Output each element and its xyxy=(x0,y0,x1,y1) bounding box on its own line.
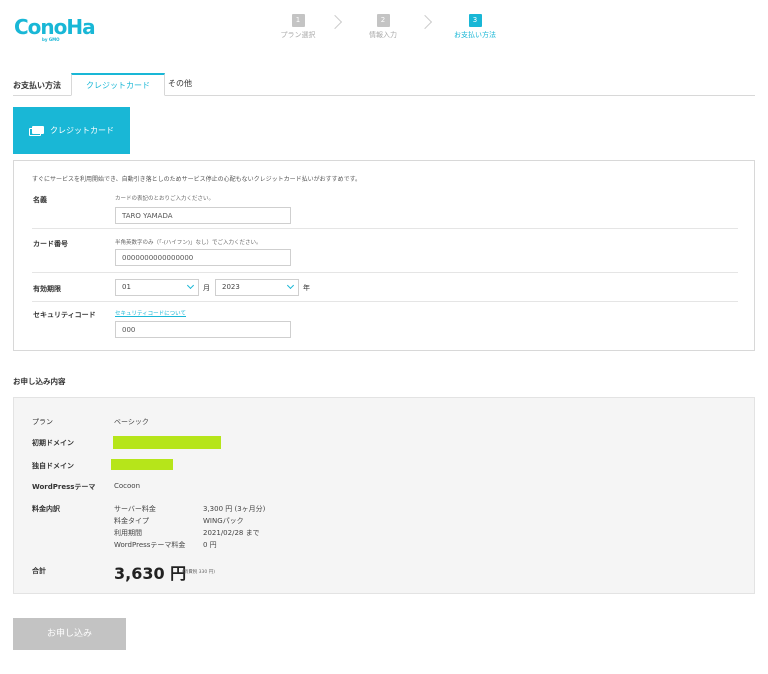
form-intro: すぐにサービスを利用開始でき、自動引き落としのためサービス停止の心配もないクレジ… xyxy=(32,176,361,183)
security-code-label: セキュリティコード xyxy=(33,311,96,319)
fee-key: WordPressテーマ料金 xyxy=(114,541,186,549)
custom-domain-label: 独自ドメイン xyxy=(32,462,74,470)
fee-key: 利用期間 xyxy=(114,529,142,537)
step-plan: 1 プラン選択 xyxy=(263,14,333,40)
fee-row: 利用期間 2021/02/28 まで xyxy=(114,528,314,538)
step-number: 1 xyxy=(291,14,305,27)
year-unit: 年 xyxy=(303,284,310,292)
fee-value: WINGパック xyxy=(203,517,244,525)
initial-domain-redacted xyxy=(113,436,221,449)
fee-key: 料金タイプ xyxy=(114,517,149,525)
expiry-label: 有効期限 xyxy=(33,285,61,293)
fee-value: 3,300 円 (3ヶ月分) xyxy=(203,505,266,513)
payment-method-tabs: お支払い方法 クレジットカード その他 xyxy=(13,73,755,96)
chevron-down-icon xyxy=(186,281,195,290)
security-code-help-link[interactable]: セキュリティコードについて xyxy=(115,309,186,317)
expiry-year-value: 2023 xyxy=(222,283,240,291)
step-arrow-icon xyxy=(417,14,433,30)
credit-card-icon xyxy=(29,125,44,136)
expiry-month-value: 01 xyxy=(122,283,131,291)
plan-label: プラン xyxy=(32,418,53,426)
fee-breakdown-label: 料金内訳 xyxy=(32,505,60,513)
initial-domain-label: 初期ドメイン xyxy=(32,439,74,447)
step-label: お支払い方法 xyxy=(454,31,496,39)
step-label: 情報入力 xyxy=(369,31,397,39)
tab-credit-card[interactable]: クレジットカード xyxy=(71,73,165,96)
progress-steps: 1 プラン選択 2 情報入力 3 お支払い方法 xyxy=(0,14,768,54)
expiry-month-select[interactable]: 01 xyxy=(115,279,199,296)
name-note: カードの表記のとおりご入力ください。 xyxy=(115,196,215,202)
credit-card-option-label: クレジットカード xyxy=(50,126,114,135)
cardholder-name-input[interactable] xyxy=(115,207,291,224)
step-info: 2 情報入力 xyxy=(348,14,418,40)
total-amount: 3,630 円 xyxy=(114,564,187,583)
expiry-row: 有効期限 01 月 2023 年 xyxy=(32,273,738,302)
card-number-row: カード番号 半角英数字のみ（「-(ハイフン)」なし）でご入力ください。 xyxy=(32,229,738,273)
card-number-note: 半角英数字のみ（「-(ハイフン)」なし）でご入力ください。 xyxy=(115,240,262,246)
fee-row: サーバー料金 3,300 円 (3ヶ月分) xyxy=(114,504,314,514)
month-unit: 月 xyxy=(203,284,210,292)
order-summary: プラン ベーシック 初期ドメイン 独自ドメイン WordPressテーマ Coc… xyxy=(13,397,755,594)
chevron-down-icon xyxy=(286,281,295,290)
fee-row: WordPressテーマ料金 0 円 xyxy=(114,540,314,550)
tab-other[interactable]: その他 xyxy=(168,73,192,96)
custom-domain-redacted xyxy=(111,459,173,470)
plan-value: ベーシック xyxy=(114,418,149,426)
step-number: 3 xyxy=(468,14,482,27)
fee-value: 0 円 xyxy=(203,541,217,549)
expiry-year-select[interactable]: 2023 xyxy=(215,279,299,296)
step-payment: 3 お支払い方法 xyxy=(440,14,510,40)
theme-label: WordPressテーマ xyxy=(32,483,96,491)
apply-button[interactable]: お申し込み xyxy=(13,618,126,650)
step-number: 2 xyxy=(376,14,390,27)
total-label: 合計 xyxy=(32,567,46,575)
security-code-input[interactable] xyxy=(115,321,291,338)
card-number-input[interactable] xyxy=(115,249,291,266)
order-summary-title: お申し込み内容 xyxy=(13,377,66,386)
fee-key: サーバー料金 xyxy=(114,505,156,513)
security-code-row: セキュリティコード セキュリティコードについて xyxy=(32,302,738,350)
credit-card-option[interactable]: クレジットカード xyxy=(13,107,130,154)
step-label: プラン選択 xyxy=(280,31,316,39)
fee-value: 2021/02/28 まで xyxy=(203,529,260,537)
payment-method-heading: お支払い方法 xyxy=(13,81,61,90)
credit-card-form: すぐにサービスを利用開始でき、自動引き落としのためサービス停止の心配もないクレジ… xyxy=(13,160,755,351)
card-number-label: カード番号 xyxy=(33,240,68,248)
total-tax: (消費税 330 円) xyxy=(182,570,215,575)
name-row: 名義 カードの表記のとおりご入力ください。 xyxy=(32,187,738,229)
theme-value: Cocoon xyxy=(114,482,141,490)
fee-row: 料金タイプ WINGパック xyxy=(114,516,314,526)
name-label: 名義 xyxy=(33,196,47,204)
